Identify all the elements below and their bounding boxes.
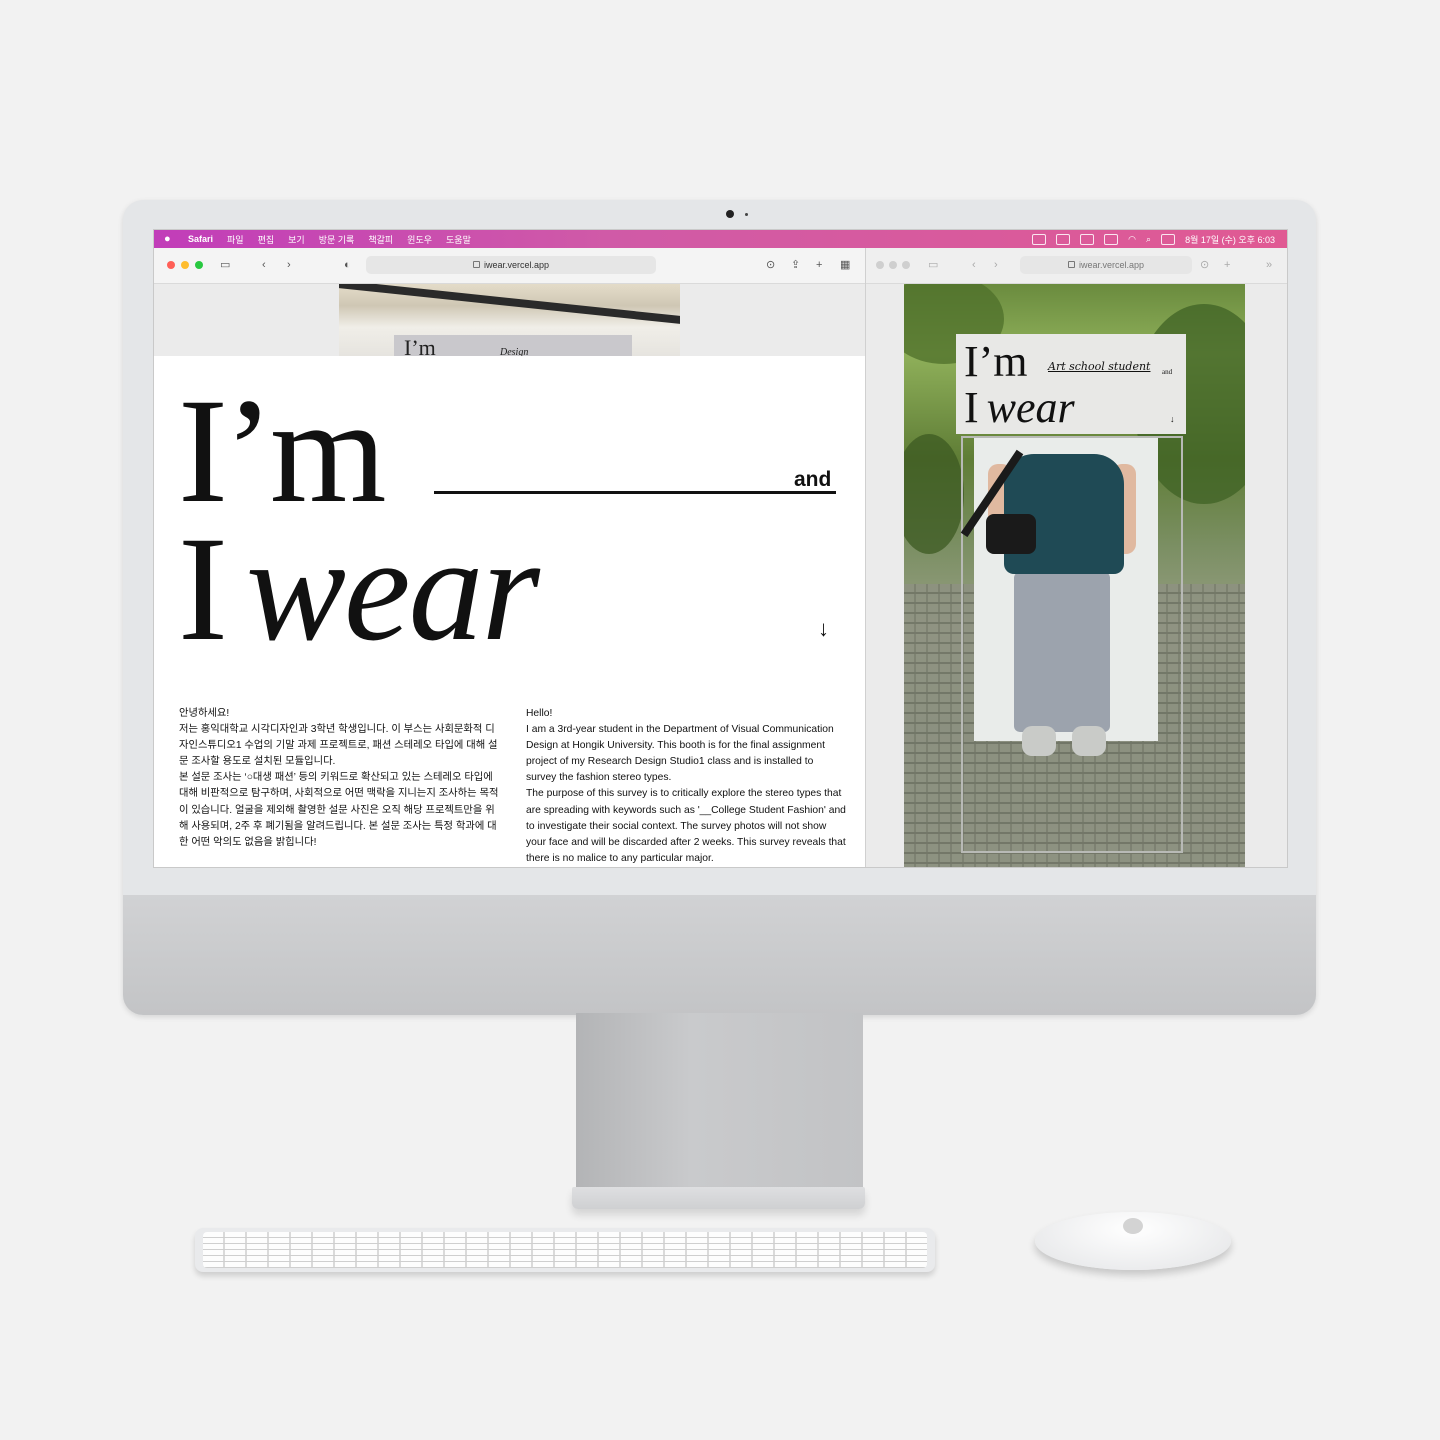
- menu-view[interactable]: 보기: [288, 233, 305, 246]
- browser-window-left: ▭ ‹ › ◐ iwear.vercel.app ⊙ ⇪ + ▦ I’m Des…: [154, 248, 865, 867]
- keyboard-keys[interactable]: [203, 1232, 927, 1268]
- close-button[interactable]: [167, 261, 175, 269]
- toolbar-right: ▭ ‹ › iwear.vercel.app ⊙ + »: [866, 248, 1287, 284]
- hero-title-line2: Iwear: [178, 514, 540, 664]
- search-icon[interactable]: ⌕: [1146, 234, 1151, 245]
- close-button[interactable]: [876, 261, 884, 269]
- menu-bookmarks[interactable]: 책갈피: [368, 233, 393, 246]
- english-greeting: Hello!: [526, 708, 553, 719]
- minimize-button[interactable]: [889, 261, 897, 269]
- photo-sign-small: Design: [500, 347, 529, 356]
- address-bar[interactable]: iwear.vercel.app: [366, 256, 656, 274]
- sign-i: I: [964, 383, 979, 432]
- apple-logo-icon: [1123, 1218, 1143, 1234]
- imac-stand: [576, 1013, 863, 1191]
- lock-icon: [1067, 261, 1075, 268]
- menu-file[interactable]: 파일: [227, 233, 244, 246]
- lock-icon: [472, 261, 480, 268]
- camera: [726, 210, 734, 218]
- apple-menu-icon[interactable]: ●: [164, 233, 176, 245]
- photo-sign-text: I’m: [404, 335, 436, 356]
- status-area: ◠ ⌕ 8월 17일 (수) 오후 6:03: [1032, 230, 1275, 248]
- hero-blank-line: [434, 491, 836, 494]
- korean-intro: 안녕하세요! 저는 홍익대학교 시각디자인과 3학년 학생입니다. 이 부스는 …: [179, 706, 499, 851]
- english-paragraph: I am a 3rd-year student in the Departmen…: [526, 724, 834, 784]
- menu-help[interactable]: 도움말: [446, 233, 471, 246]
- status-icon[interactable]: [1056, 233, 1071, 245]
- menu-window[interactable]: 윈도우: [407, 233, 432, 246]
- screen: ● Safari 파일 편집 보기 방문 기록 책갈피 윈도우 도움말 ◠ ⌕ …: [153, 229, 1288, 868]
- download-icon[interactable]: ⊙: [766, 259, 775, 271]
- wifi-icon[interactable]: ◠: [1128, 234, 1136, 245]
- person-shoe: [1072, 726, 1106, 756]
- menu-history[interactable]: 방문 기록: [319, 233, 355, 246]
- english-paragraph: The purpose of this survey is to critica…: [526, 788, 846, 864]
- minimize-button[interactable]: [181, 261, 189, 269]
- toolbar-left: ▭ ‹ › ◐ iwear.vercel.app ⊙ ⇪ + ▦: [154, 248, 865, 284]
- menu-clock[interactable]: 8월 17일 (수) 오후 6:03: [1185, 233, 1275, 246]
- shield-icon[interactable]: ◐: [344, 259, 351, 271]
- tab-overview-icon[interactable]: ▦: [840, 259, 850, 271]
- keyboard[interactable]: [195, 1228, 935, 1272]
- status-icon[interactable]: [1080, 233, 1095, 245]
- hero-title-i: I: [178, 506, 228, 672]
- person-shoe: [1022, 726, 1056, 756]
- sign-handwritten: Art school student: [1048, 360, 1151, 373]
- sign-wear: wear: [986, 383, 1075, 432]
- ceiling-beam: [339, 284, 680, 324]
- booth-sign: I’m Art school student and Iwear ↓: [956, 334, 1186, 434]
- url-text: iwear.vercel.app: [483, 260, 550, 270]
- imac-chin: [123, 895, 1316, 1015]
- scroll-down-arrow-icon[interactable]: ↓: [818, 616, 829, 642]
- person-bag: [986, 514, 1036, 554]
- sign-line2: Iwear: [964, 386, 1075, 430]
- english-intro: Hello! I am a 3rd-year student in the De…: [526, 706, 846, 867]
- hero-title-line1: I’m: [178, 368, 387, 534]
- back-icon[interactable]: ‹: [262, 259, 266, 271]
- sidebar-icon[interactable]: ▭: [928, 259, 938, 271]
- menu-edit[interactable]: 편집: [258, 233, 275, 246]
- url-text: iwear.vercel.app: [1078, 260, 1145, 270]
- control-center-icon[interactable]: [1161, 233, 1176, 245]
- new-tab-icon[interactable]: +: [816, 259, 822, 271]
- sidebar-icon[interactable]: ▭: [220, 259, 230, 271]
- forward-icon[interactable]: ›: [287, 259, 291, 271]
- download-icon[interactable]: ⊙: [1200, 259, 1209, 271]
- person: [960, 434, 1136, 774]
- photo-sign: I’m Design: [394, 335, 632, 356]
- menu-app-name[interactable]: Safari: [188, 234, 213, 244]
- sign-and: and: [1162, 368, 1173, 376]
- new-tab-icon[interactable]: +: [1224, 259, 1230, 271]
- page-content-right: I’m Art school student and Iwear ↓: [866, 284, 1287, 867]
- korean-paragraph: 본 설문 조사는 ‘○대생 패션’ 등의 키워드로 확산되고 있는 스테레오 타…: [179, 772, 499, 848]
- status-icon[interactable]: [1032, 233, 1047, 245]
- more-tabs-icon[interactable]: »: [1266, 259, 1272, 271]
- hero-title-wear: wear: [245, 506, 540, 672]
- address-bar[interactable]: iwear.vercel.app: [1020, 256, 1192, 274]
- hero-and: and: [794, 468, 832, 491]
- zoom-button[interactable]: [902, 261, 910, 269]
- foliage: [904, 434, 964, 554]
- sign-arrow-icon: ↓: [1170, 414, 1175, 424]
- hero-photo: I’m Design: [339, 284, 680, 356]
- imac-foot: [572, 1187, 865, 1209]
- sign-line1: I’m: [964, 337, 1028, 386]
- booth-photo: I’m Art school student and Iwear ↓: [904, 284, 1245, 867]
- zoom-button[interactable]: [195, 261, 203, 269]
- forward-icon[interactable]: ›: [994, 259, 998, 271]
- browser-window-right: ▭ ‹ › iwear.vercel.app ⊙ + » I’m Art sch…: [865, 248, 1287, 867]
- korean-paragraph: 저는 홍익대학교 시각디자인과 3학년 학생입니다. 이 부스는 사회문화적 디…: [179, 724, 498, 768]
- back-icon[interactable]: ‹: [972, 259, 976, 271]
- camera-light: [745, 213, 748, 216]
- page-content-left: I’m Design I’m and Iwear ↓ 안녕하세요! 저는 홍익대…: [154, 284, 865, 867]
- menu-bar: ● Safari 파일 편집 보기 방문 기록 책갈피 윈도우 도움말 ◠ ⌕ …: [154, 230, 1287, 248]
- imac-display: ● Safari 파일 편집 보기 방문 기록 책갈피 윈도우 도움말 ◠ ⌕ …: [123, 200, 1316, 1015]
- person-pants: [1014, 572, 1110, 732]
- battery-icon[interactable]: [1104, 233, 1119, 245]
- hero-photo-strip: I’m Design: [154, 284, 865, 356]
- share-icon[interactable]: ⇪: [791, 259, 800, 271]
- magic-mouse[interactable]: [1035, 1212, 1231, 1270]
- korean-greeting: 안녕하세요!: [179, 708, 230, 719]
